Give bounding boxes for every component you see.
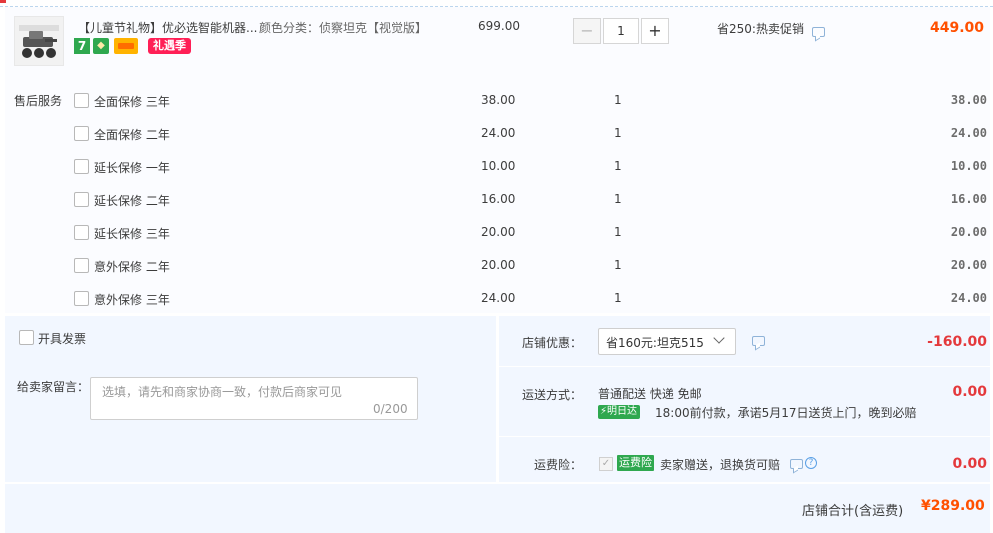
- service-qty: 1: [614, 126, 622, 140]
- shipping-method: 普通配送 快递 免邮: [598, 387, 702, 401]
- service-price: 10.00: [481, 159, 516, 173]
- service-total: 20.00: [950, 258, 987, 272]
- insurance-checkbox[interactable]: ✓: [599, 457, 613, 471]
- seven-day-return-icon[interactable]: 7: [74, 38, 90, 54]
- chat-bubble-icon[interactable]: [752, 336, 765, 346]
- service-name: 全面保修 三年: [94, 95, 170, 109]
- chat-bubble-icon[interactable]: [790, 459, 803, 469]
- service-checkbox[interactable]: [74, 159, 89, 174]
- quantity-increase-button[interactable]: +: [641, 18, 669, 44]
- service-qty: 1: [614, 258, 622, 272]
- service-total: 24.00: [950, 291, 987, 305]
- insurance-badge: 运费险: [617, 455, 654, 471]
- service-total: 24.00: [950, 126, 987, 140]
- quantity-input[interactable]: 1: [603, 18, 639, 44]
- service-qty: 1: [614, 192, 622, 206]
- shop-discount-selected: 省160元:坦克515: [606, 336, 704, 350]
- shipping-note: 18:00前付款，承诺5月17日送货上门，晚到必赔: [655, 406, 917, 420]
- help-icon[interactable]: ?: [805, 457, 817, 469]
- service-shield-icon[interactable]: ◆: [93, 38, 109, 54]
- service-row: 全面保修 二年 24.00 1 24.00: [0, 116, 993, 149]
- insurance-amount: 0.00: [952, 456, 987, 472]
- service-name: 延长保修 三年: [94, 227, 170, 241]
- gift-promo-tag[interactable]: 礼遇季: [148, 38, 191, 54]
- shipping-amount: 0.00: [952, 384, 987, 400]
- insurance-text: 卖家赠送，退换货可赔: [660, 458, 781, 472]
- next-day-label: 明日达: [607, 406, 638, 417]
- divider: [499, 366, 990, 367]
- service-price: 38.00: [481, 93, 516, 107]
- service-total: 16.00: [950, 192, 987, 206]
- service-checkbox[interactable]: [74, 225, 89, 240]
- service-qty: 1: [614, 225, 622, 239]
- service-total: 38.00: [950, 93, 987, 107]
- message-char-count: 0/200: [373, 402, 408, 416]
- service-checkbox[interactable]: [74, 258, 89, 273]
- service-row: 意外保修 二年 20.00 1 20.00: [0, 248, 993, 281]
- robot-tank-image: [19, 25, 59, 58]
- shipping-label: 运送方式：: [522, 388, 583, 402]
- message-placeholder: 选填，请先和商家协商一致，付款后商家可见: [102, 385, 343, 399]
- product-thumbnail[interactable]: [14, 16, 64, 66]
- service-name: 意外保修 二年: [94, 260, 170, 274]
- service-checkbox[interactable]: [74, 93, 89, 108]
- next-day-badge: ⚡明日达: [598, 405, 641, 419]
- service-name: 延长保修 一年: [94, 161, 170, 175]
- product-title-link[interactable]: 【儿童节礼物】优必选智能机器...: [78, 19, 257, 36]
- service-name: 意外保修 三年: [94, 293, 170, 307]
- service-row: 延长保修 二年 16.00 1 16.00: [0, 182, 993, 215]
- message-label: 给卖家留言：: [17, 380, 90, 394]
- service-qty: 1: [614, 159, 622, 173]
- service-total: 10.00: [950, 159, 987, 173]
- invoice-label: 开具发票: [38, 332, 87, 346]
- divider: [499, 436, 990, 437]
- service-price: 24.00: [481, 126, 516, 140]
- service-name: 延长保修 二年: [94, 194, 170, 208]
- service-price: 20.00: [481, 258, 516, 272]
- service-row: 全面保修 三年 38.00 1 38.00: [0, 83, 993, 116]
- shop-total-value: ¥289.00: [921, 498, 985, 514]
- service-qty: 1: [614, 93, 622, 107]
- service-price: 20.00: [481, 225, 516, 239]
- insurance-label: 运费险：: [534, 458, 583, 472]
- chat-bubble-icon[interactable]: [812, 27, 825, 37]
- service-row: 意外保修 三年 24.00 1 24.00: [0, 281, 993, 314]
- item-subtotal: 449.00: [930, 20, 985, 36]
- service-row: 延长保修 一年 10.00 1 10.00: [0, 149, 993, 182]
- service-checkbox[interactable]: [74, 192, 89, 207]
- service-price: 24.00: [481, 291, 516, 305]
- promo-text: 省250:热卖促销: [717, 22, 804, 36]
- lightning-icon: ⚡: [600, 406, 608, 417]
- service-row: 延长保修 三年 20.00 1 20.00: [0, 215, 993, 248]
- shop-total-label: 店铺合计(含运费): [802, 504, 904, 519]
- sku-label: 颜色分类：侦察坦克【视觉版】: [259, 21, 428, 35]
- service-checkbox[interactable]: [74, 126, 89, 141]
- service-name: 全面保修 二年: [94, 128, 170, 142]
- service-price: 16.00: [481, 192, 516, 206]
- unit-price: 699.00: [478, 19, 520, 33]
- service-qty: 1: [614, 291, 622, 305]
- service-total: 20.00: [950, 225, 987, 239]
- credit-card-icon[interactable]: [114, 38, 138, 54]
- invoice-checkbox[interactable]: [19, 330, 34, 345]
- quantity-decrease-button[interactable]: −: [573, 18, 601, 44]
- shop-discount-amount: -160.00: [927, 334, 987, 350]
- service-checkbox[interactable]: [74, 291, 89, 306]
- shop-discount-label: 店铺优惠：: [522, 336, 583, 350]
- top-accent-mark: [0, 0, 6, 3]
